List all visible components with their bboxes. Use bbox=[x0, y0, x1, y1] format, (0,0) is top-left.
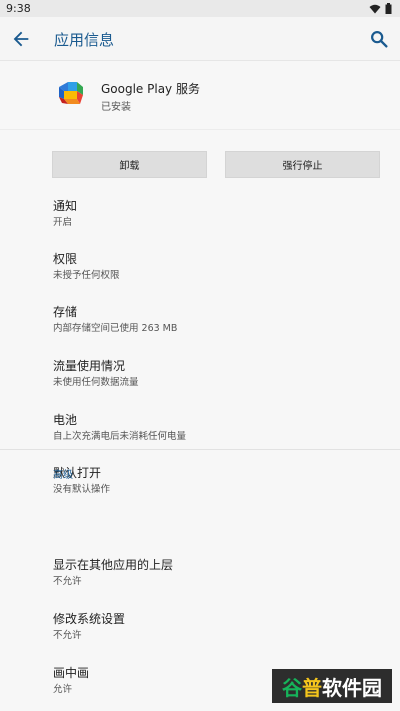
setting-notifications[interactable]: 通知 开启 bbox=[53, 199, 77, 230]
page-title: 应用信息 bbox=[54, 31, 115, 49]
google-play-services-icon bbox=[59, 82, 83, 104]
setting-title: 权限 bbox=[53, 252, 78, 266]
force-stop-button[interactable]: 强行停止 bbox=[225, 151, 380, 178]
setting-subtitle: 开启 bbox=[53, 217, 73, 228]
advanced-section-label: 高级 bbox=[53, 470, 73, 481]
back-arrow-icon[interactable] bbox=[10, 28, 32, 50]
setting-title: 修改系统设置 bbox=[53, 612, 126, 626]
app-install-status: 已安装 bbox=[101, 102, 131, 113]
setting-title: 流量使用情况 bbox=[53, 359, 126, 373]
setting-picture-in-picture[interactable]: 画中画 允许 bbox=[53, 666, 89, 697]
battery-icon bbox=[385, 3, 392, 14]
watermark-text: 普 bbox=[302, 675, 322, 700]
setting-title: 通知 bbox=[53, 199, 78, 213]
setting-title: 存储 bbox=[53, 305, 78, 319]
app-bar: 应用信息 bbox=[0, 17, 400, 61]
status-time: 9:38 bbox=[6, 2, 31, 15]
status-bar: 9:38 bbox=[0, 0, 400, 17]
setting-subtitle: 未使用任何数据流量 bbox=[53, 377, 139, 388]
setting-display-over-other-apps[interactable]: 显示在其他应用的上层 不允许 bbox=[53, 558, 173, 589]
status-icons bbox=[369, 3, 392, 14]
setting-battery[interactable]: 电池 自上次充满电后未消耗任何电量 bbox=[53, 413, 186, 444]
setting-subtitle: 允许 bbox=[53, 684, 73, 695]
watermark-text: 软件园 bbox=[322, 675, 382, 700]
setting-subtitle: 不允许 bbox=[53, 576, 82, 587]
setting-subtitle: 自上次充满电后未消耗任何电量 bbox=[53, 431, 187, 442]
watermark-text: 谷 bbox=[282, 675, 302, 700]
wifi-icon bbox=[369, 4, 381, 13]
app-header: Google Play 服务 已安装 bbox=[0, 61, 400, 130]
setting-title: 显示在其他应用的上层 bbox=[53, 558, 174, 572]
setting-subtitle: 不允许 bbox=[53, 630, 82, 641]
setting-subtitle: 内部存储空间已使用 263 MB bbox=[53, 323, 178, 334]
section-divider bbox=[0, 449, 400, 450]
setting-subtitle: 未授予任何权限 bbox=[53, 270, 120, 281]
watermark-logo: 谷普软件园 bbox=[272, 669, 392, 703]
app-name: Google Play 服务 bbox=[101, 82, 200, 96]
setting-data-usage[interactable]: 流量使用情况 未使用任何数据流量 bbox=[53, 359, 139, 390]
search-icon[interactable] bbox=[368, 28, 390, 50]
setting-title: 画中画 bbox=[53, 666, 90, 680]
setting-permissions[interactable]: 权限 未授予任何权限 bbox=[53, 252, 120, 283]
uninstall-button[interactable]: 卸载 bbox=[52, 151, 207, 178]
setting-storage[interactable]: 存储 内部存储空间已使用 263 MB bbox=[53, 305, 177, 336]
setting-subtitle: 没有默认操作 bbox=[53, 484, 111, 495]
setting-modify-system-settings[interactable]: 修改系统设置 不允许 bbox=[53, 612, 125, 643]
setting-title: 电池 bbox=[53, 413, 78, 427]
